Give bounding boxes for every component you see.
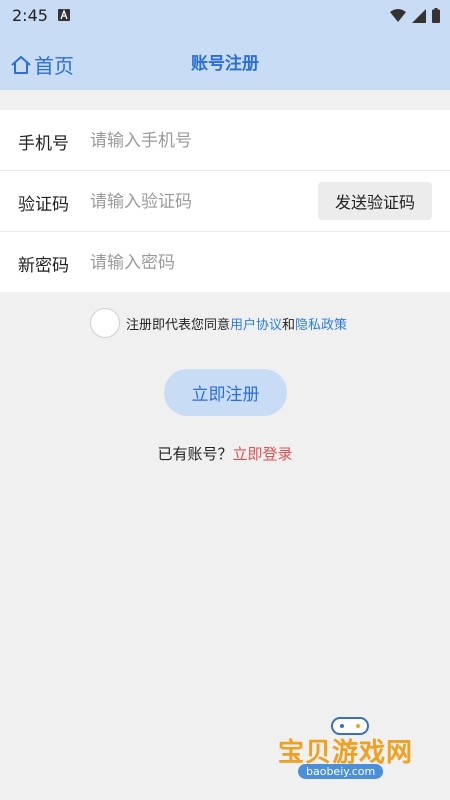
password-label: 新密码 bbox=[18, 256, 69, 276]
code-row: 验证码 发送验证码 bbox=[0, 171, 450, 232]
battery-icon bbox=[432, 8, 440, 23]
agree-checkbox[interactable] bbox=[90, 308, 120, 338]
status-bar: 2:45 bbox=[0, 0, 450, 32]
page-title: 账号注册 bbox=[191, 54, 259, 74]
register-button[interactable]: 立即注册 bbox=[164, 369, 287, 416]
send-code-button[interactable]: 发送验证码 bbox=[318, 182, 432, 220]
phone-input[interactable] bbox=[88, 125, 312, 157]
signal-icon bbox=[412, 8, 426, 23]
watermark-logo: 宝贝游戏网 baobeiy.com bbox=[270, 712, 440, 792]
phone-row: 手机号 bbox=[0, 110, 450, 171]
accessibility-app-icon bbox=[58, 9, 70, 21]
status-time: 2:45 bbox=[12, 6, 48, 25]
agreement-prefix: 注册即代表您同意 bbox=[126, 317, 231, 333]
login-row: 已有账号？立即登录 bbox=[0, 443, 450, 464]
password-input[interactable] bbox=[88, 247, 312, 279]
login-link[interactable]: 立即登录 bbox=[233, 445, 293, 463]
verification-code-input[interactable] bbox=[88, 186, 292, 218]
code-label: 验证码 bbox=[18, 195, 69, 215]
login-prompt: 已有账号？ bbox=[157, 445, 233, 463]
user-agreement-link[interactable]: 用户协议 bbox=[230, 314, 282, 333]
agreement-row: 注册即代表您同意 用户协议和隐私政策 bbox=[90, 308, 347, 338]
password-row: 新密码 bbox=[0, 232, 450, 292]
wifi-icon bbox=[390, 8, 406, 22]
watermark-url: baobeiy.com bbox=[298, 764, 384, 779]
privacy-policy-link[interactable]: 隐私政策 bbox=[295, 314, 347, 333]
phone-label: 手机号 bbox=[18, 134, 69, 154]
status-icons bbox=[390, 8, 440, 23]
app-bar: 首页 账号注册 bbox=[0, 32, 450, 90]
register-form: 手机号 验证码 发送验证码 新密码 bbox=[0, 110, 450, 292]
agreement-and: 和 bbox=[282, 317, 296, 333]
